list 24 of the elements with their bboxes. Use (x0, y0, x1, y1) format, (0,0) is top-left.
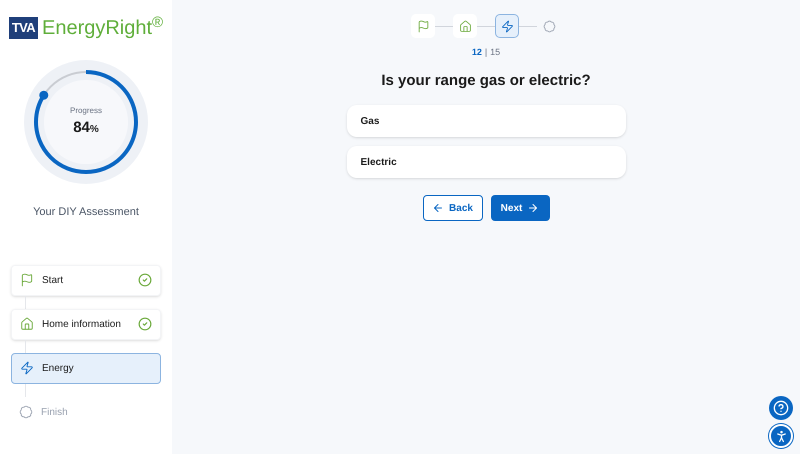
progress-value: 84% (73, 118, 99, 138)
step-item[interactable]: Start (11, 264, 161, 296)
help-button[interactable] (769, 396, 793, 420)
logo-name: EnergyRight$^{®}$ (42, 16, 164, 40)
accessibility-button[interactable] (769, 424, 793, 448)
question: Is your range gas or electric? (381, 70, 591, 90)
arrow-left-icon (432, 202, 444, 214)
stepper-step[interactable] (453, 14, 477, 38)
progress-label: Progress (70, 104, 102, 117)
answer-option[interactable]: Gas (346, 105, 626, 137)
step-separator: | (484, 46, 488, 59)
step-total: 15 (490, 46, 500, 59)
step-current: 12 (472, 46, 482, 59)
back-button[interactable]: Back (422, 195, 482, 221)
step-item[interactable]: Energy (11, 352, 161, 384)
arrow-right-icon (527, 202, 540, 214)
logo-badge: TVA (8, 17, 38, 39)
sidebar-title: Your DIY Assessment (33, 205, 139, 220)
stepper-step[interactable] (495, 14, 519, 38)
stepper-step[interactable] (411, 14, 435, 38)
next-button[interactable]: Next (490, 195, 550, 221)
answer-option[interactable]: Electric (346, 146, 626, 178)
help-icon (773, 400, 789, 416)
step-item[interactable]: Home information (11, 308, 161, 340)
